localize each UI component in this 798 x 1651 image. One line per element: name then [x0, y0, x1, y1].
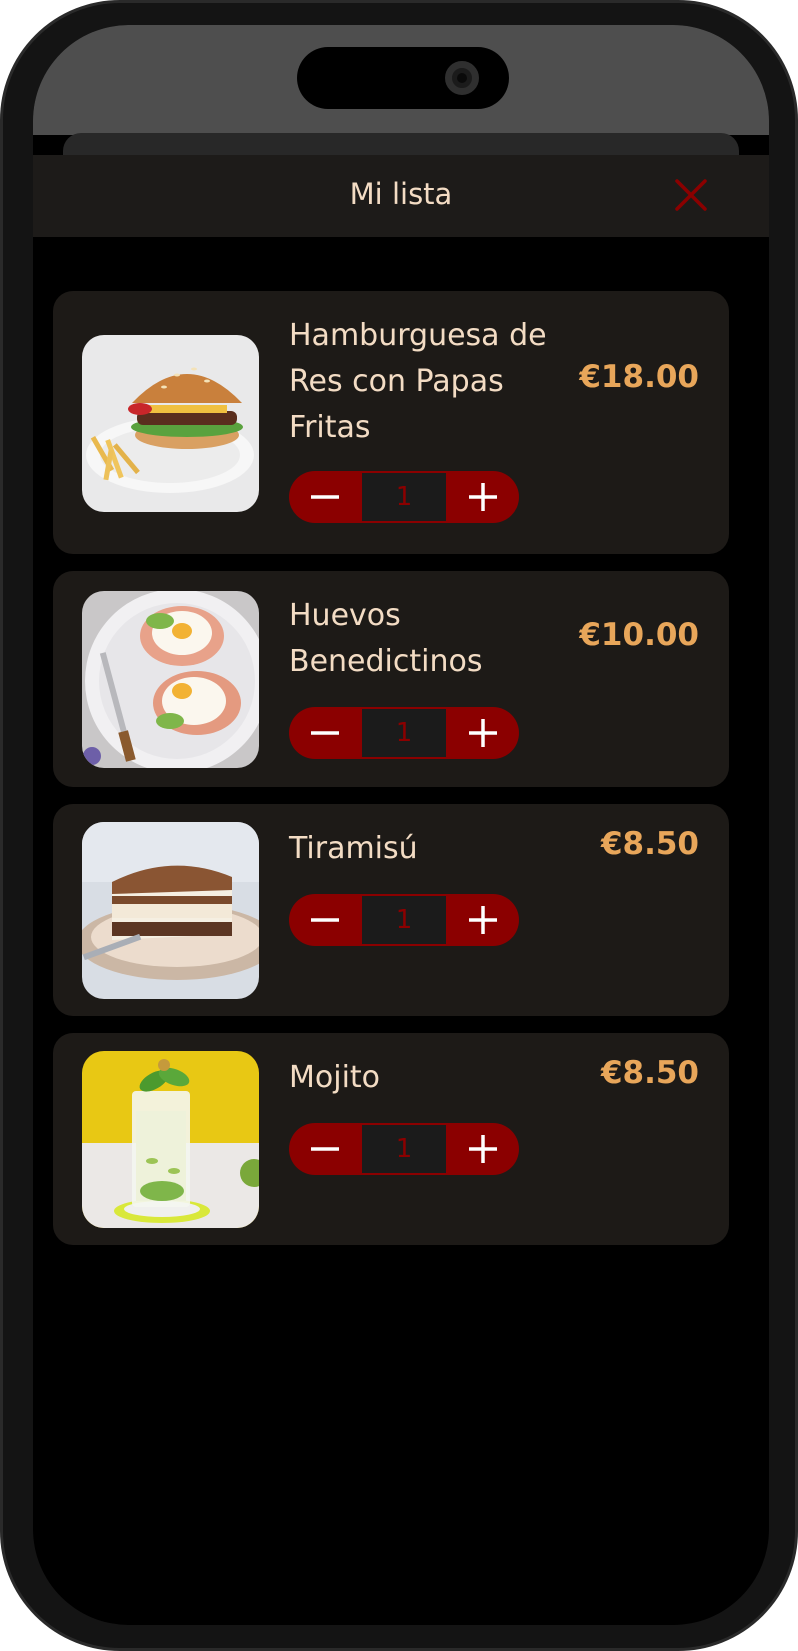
decrease-button[interactable] — [289, 1123, 361, 1175]
list-item: Mojito €8.50 1 — [53, 1033, 729, 1245]
list-item: Hamburguesa de Res con Papas Fritas €18.… — [53, 291, 729, 554]
item-image-mojito — [82, 1051, 259, 1228]
plus-icon — [469, 1135, 497, 1163]
quantity-stepper: 1 — [289, 707, 519, 759]
increase-button[interactable] — [447, 1123, 519, 1175]
plus-icon — [469, 719, 497, 747]
plus-icon — [469, 906, 497, 934]
page-title: Mi lista — [349, 177, 453, 211]
camera-icon — [445, 61, 479, 95]
screen: Mi lista Hamburguesa de Res con Papas Fr… — [33, 25, 769, 1625]
decrease-button[interactable] — [289, 707, 361, 759]
status-bar — [33, 25, 769, 135]
close-button[interactable] — [669, 173, 713, 217]
item-name: Mojito — [289, 1060, 381, 1095]
item-image-tiramisu — [82, 822, 259, 999]
quantity-value[interactable]: 1 — [362, 1125, 446, 1173]
item-name: Tiramisú — [289, 831, 418, 866]
quantity-stepper: 1 — [289, 1123, 519, 1175]
quantity-value[interactable]: 1 — [362, 896, 446, 944]
dynamic-island — [297, 47, 509, 109]
phone-frame: Mi lista Hamburguesa de Res con Papas Fr… — [0, 0, 798, 1651]
quantity-value[interactable]: 1 — [362, 473, 446, 521]
minus-icon — [311, 731, 339, 735]
decrease-button[interactable] — [289, 471, 361, 523]
item-price: €10.00 — [579, 617, 699, 653]
increase-button[interactable] — [447, 471, 519, 523]
minus-icon — [311, 918, 339, 922]
quantity-value[interactable]: 1 — [362, 709, 446, 757]
quantity-stepper: 1 — [289, 894, 519, 946]
quantity-stepper: 1 — [289, 471, 519, 523]
list-item: Tiramisú €8.50 1 — [53, 804, 729, 1016]
item-image-eggs — [82, 591, 259, 768]
item-price: €8.50 — [600, 1055, 699, 1091]
list-header: Mi lista — [33, 155, 769, 237]
item-price: €8.50 — [600, 826, 699, 862]
increase-button[interactable] — [447, 707, 519, 759]
item-name: Hamburguesa de Res con Papas Fritas — [289, 318, 547, 445]
plus-icon — [469, 483, 497, 511]
decrease-button[interactable] — [289, 894, 361, 946]
item-name: Huevos Benedictinos — [289, 598, 483, 679]
item-price: €18.00 — [579, 359, 699, 395]
increase-button[interactable] — [447, 894, 519, 946]
minus-icon — [311, 1147, 339, 1151]
close-icon — [675, 179, 707, 211]
minus-icon — [311, 495, 339, 499]
item-image-burger — [82, 335, 259, 512]
list-item: Huevos Benedictinos €10.00 1 — [53, 571, 729, 787]
